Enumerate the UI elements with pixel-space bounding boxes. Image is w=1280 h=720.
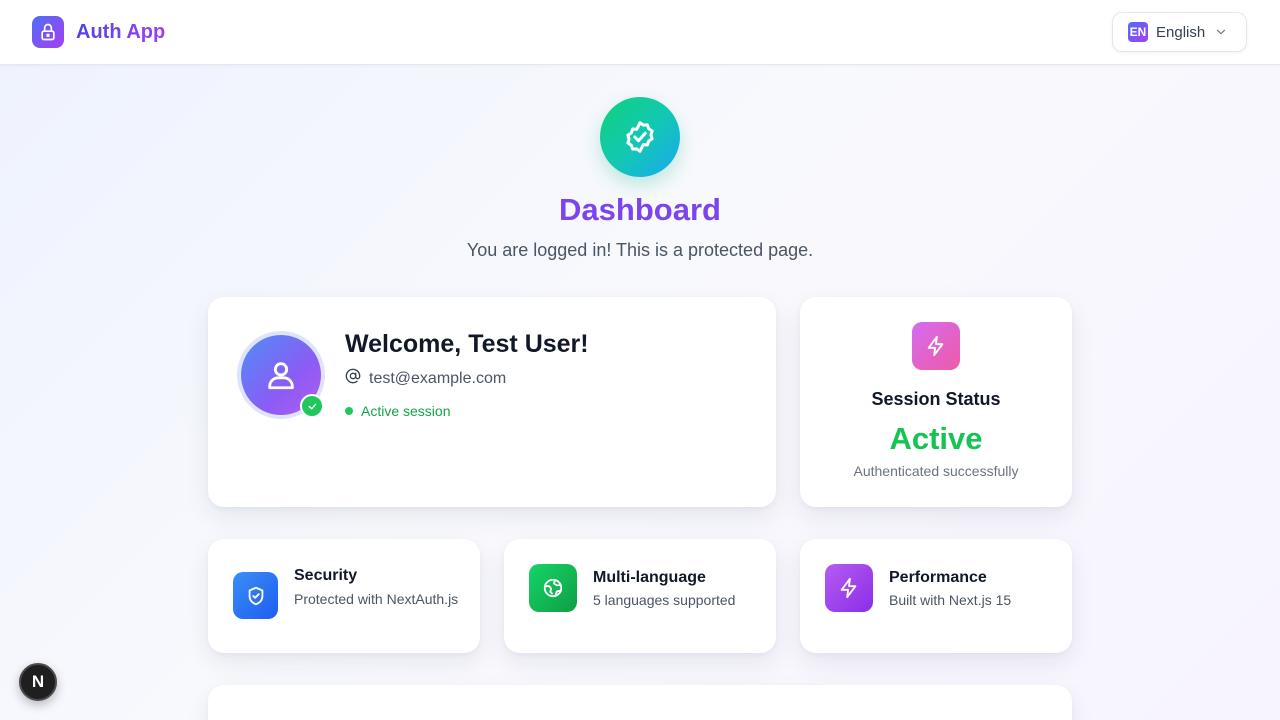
nextjs-dev-indicator[interactable]: N bbox=[19, 663, 57, 701]
verified-check-icon bbox=[300, 394, 324, 418]
language-selector[interactable]: EN English bbox=[1112, 12, 1247, 52]
language-label: English bbox=[1156, 23, 1206, 41]
feature-title: Performance bbox=[889, 569, 987, 586]
shield-check-icon bbox=[233, 572, 278, 619]
lightning-icon bbox=[825, 564, 873, 612]
status-description: Authenticated successfully bbox=[853, 463, 1019, 479]
status-dot bbox=[345, 407, 353, 415]
avatar bbox=[237, 331, 325, 419]
user-email: test@example.com bbox=[369, 369, 507, 387]
info-card bbox=[208, 685, 1072, 720]
page-subtitle: You are logged in! This is a protected p… bbox=[466, 240, 814, 260]
lightning-icon bbox=[912, 322, 960, 370]
status-label: Session Status bbox=[871, 389, 1001, 409]
lock-icon bbox=[32, 16, 64, 48]
feature-card-performance: Performance Built with Next.js 15 bbox=[800, 539, 1072, 653]
welcome-heading: Welcome, Test User! bbox=[345, 330, 589, 358]
feature-card-security: Security Protected with NextAuth.js bbox=[208, 539, 480, 653]
app-name: Auth App bbox=[76, 20, 166, 43]
globe-icon bbox=[529, 564, 577, 612]
chevron-down-icon bbox=[1214, 25, 1228, 39]
session-indicator: Active session bbox=[345, 403, 450, 419]
language-flag: EN bbox=[1128, 22, 1148, 42]
top-navbar: Auth App EN English bbox=[0, 0, 1280, 65]
email-row: test@example.com bbox=[345, 368, 506, 389]
status-value: Active bbox=[889, 421, 983, 456]
feature-description: Built with Next.js 15 bbox=[889, 592, 1012, 608]
page-title: Dashboard bbox=[559, 192, 721, 227]
badge-check-icon bbox=[600, 97, 680, 177]
feature-description: Protected with NextAuth.js bbox=[294, 591, 459, 607]
welcome-card: Welcome, Test User! test@example.com Act… bbox=[208, 297, 776, 507]
brand[interactable]: Auth App bbox=[32, 16, 165, 48]
at-sign-icon bbox=[345, 368, 361, 389]
session-label: Active session bbox=[361, 403, 451, 419]
feature-description: 5 languages supported bbox=[593, 592, 736, 608]
session-status-card: Session Status Active Authenticated succ… bbox=[800, 297, 1072, 507]
feature-title: Security bbox=[294, 567, 358, 584]
feature-title: Multi-language bbox=[593, 569, 706, 586]
feature-card-multi-language: Multi-language 5 languages supported bbox=[504, 539, 776, 653]
